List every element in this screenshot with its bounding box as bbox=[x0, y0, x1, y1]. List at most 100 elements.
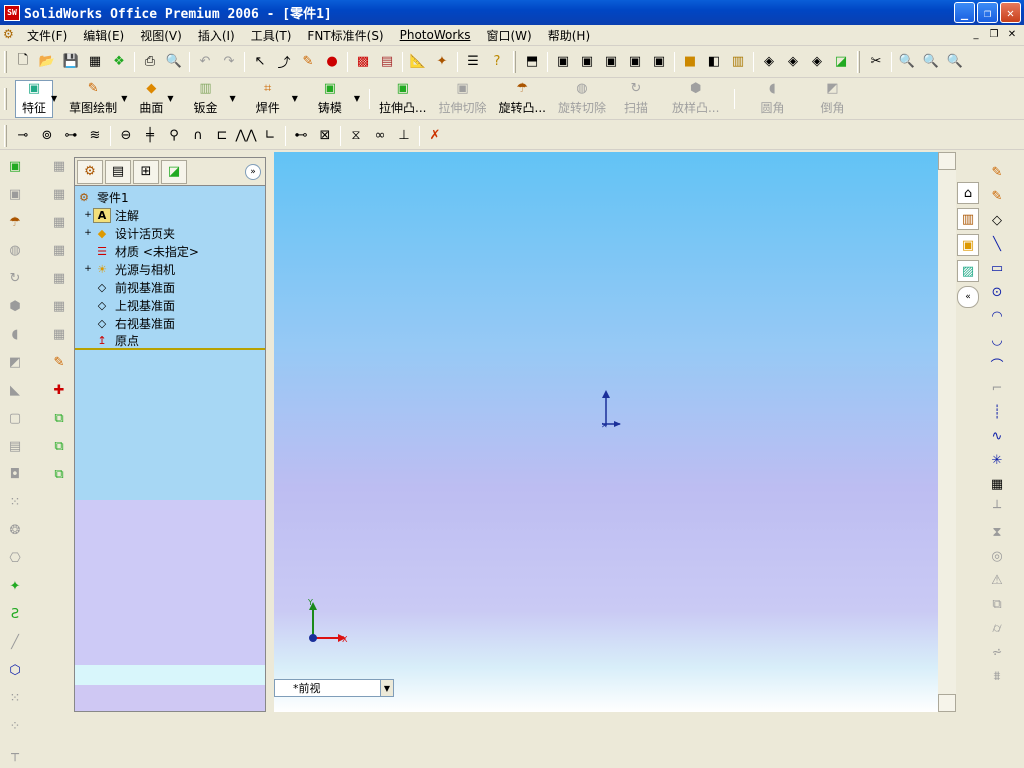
zoom-area-icon[interactable]: 🔍 bbox=[920, 51, 942, 73]
rib-icon[interactable]: ◣ bbox=[4, 379, 26, 401]
hidden-removed-icon[interactable]: ▣ bbox=[600, 51, 622, 73]
view-orientation-icon[interactable]: ⬒ bbox=[521, 51, 543, 73]
hidden-lines-icon[interactable]: ▣ bbox=[576, 51, 598, 73]
copy-icon[interactable]: ⧉ bbox=[48, 435, 70, 457]
scroll-up-icon[interactable] bbox=[938, 152, 956, 170]
extend-icon[interactable]: ⌭ bbox=[986, 617, 1008, 639]
tree-node[interactable]: ◇ 前视基准面 bbox=[75, 278, 265, 296]
properties-icon[interactable]: ☰ bbox=[462, 51, 484, 73]
expand-icon[interactable]: + bbox=[83, 228, 93, 238]
revolve-cut-icon[interactable]: ◍ bbox=[4, 239, 26, 261]
hole-icon[interactable]: ◘ bbox=[4, 463, 26, 485]
key-icon[interactable]: ⚲ bbox=[163, 125, 185, 147]
doc-restore-button[interactable]: ❐ bbox=[986, 27, 1002, 42]
sweep-button[interactable]: ↻ 扫描 bbox=[612, 80, 660, 118]
tree-node[interactable]: + ☀ 光源与相机 bbox=[75, 260, 265, 278]
pan-icon[interactable]: ✦ bbox=[431, 51, 453, 73]
make-assembly-icon[interactable]: ❖ bbox=[108, 51, 130, 73]
section-view-icon[interactable]: ◧ bbox=[703, 51, 725, 73]
chevron-down-icon[interactable]: ▼ bbox=[121, 94, 127, 103]
home-icon[interactable]: ⌂ bbox=[957, 182, 979, 204]
split-icon[interactable]: ⩫ bbox=[986, 641, 1008, 663]
tab-features[interactable]: ▣ 特征 bbox=[15, 79, 54, 118]
expand-icon[interactable]: + bbox=[83, 264, 93, 274]
select-icon[interactable]: ↖ bbox=[249, 51, 271, 73]
circular-pattern-icon[interactable]: ❂ bbox=[4, 519, 26, 541]
tree-node[interactable]: + A 注解 bbox=[75, 206, 265, 224]
rivet-icon[interactable]: ╪ bbox=[139, 125, 161, 147]
cut-icon[interactable]: ▣ bbox=[4, 183, 26, 205]
sketch-icon[interactable]: ✎ bbox=[986, 161, 1008, 183]
line-icon[interactable]: ╲ bbox=[986, 233, 1008, 255]
options-grid-icon[interactable]: ▩ bbox=[352, 51, 374, 73]
centerpoint-arc-icon[interactable]: ◡ bbox=[986, 329, 1008, 351]
toolbar-grip[interactable] bbox=[4, 50, 7, 73]
tab-display-icon[interactable]: ◪ bbox=[161, 159, 187, 184]
chevron-down-icon[interactable]: ▼ bbox=[380, 680, 393, 696]
shaft-icon[interactable]: ⊷ bbox=[290, 125, 312, 147]
spring-icon[interactable]: ≋ bbox=[84, 125, 106, 147]
chevron-down-icon[interactable]: ▼ bbox=[51, 94, 57, 103]
close-button[interactable]: ✕ bbox=[1000, 2, 1021, 23]
tangent-arc-icon[interactable]: ◠ bbox=[986, 305, 1008, 327]
nut-icon[interactable]: ⊚ bbox=[36, 125, 58, 147]
solidworks-menu-icon[interactable]: ⚙ bbox=[3, 27, 23, 43]
add-relation-icon[interactable]: ✚ bbox=[48, 379, 70, 401]
extrude-boss-button[interactable]: ▣ 拉伸凸... bbox=[373, 80, 432, 118]
loft-button[interactable]: ⬢ 放样凸... bbox=[660, 80, 731, 118]
screw-icon[interactable]: ⊶ bbox=[60, 125, 82, 147]
point-icon[interactable]: ┬ bbox=[4, 743, 26, 765]
pattern-sketch-icon[interactable]: ⩩ bbox=[986, 665, 1008, 687]
chain-icon[interactable]: ⧖ bbox=[345, 125, 367, 147]
reference-icon[interactable]: ✦ bbox=[4, 575, 26, 597]
extrude-cut-button[interactable]: ▣ 拉伸切除 bbox=[432, 80, 492, 118]
chamfer-icon[interactable]: ◩ bbox=[4, 351, 26, 373]
centerline-icon[interactable]: ┊ bbox=[986, 401, 1008, 423]
menu-fnt[interactable]: FNT标准件(S) bbox=[299, 27, 391, 44]
zoom-fit-icon[interactable]: 🔍 bbox=[896, 51, 918, 73]
graphics-viewport[interactable]: ✕ Y X bbox=[274, 152, 938, 712]
offset-icon[interactable]: ◎ bbox=[986, 545, 1008, 567]
revolve-boss-button[interactable]: ☂ 旋转凸... bbox=[493, 80, 552, 118]
rectangle-icon[interactable]: ▭ bbox=[986, 257, 1008, 279]
chevron-down-icon[interactable]: ▼ bbox=[292, 94, 298, 103]
menu-view[interactable]: 视图(V) bbox=[132, 27, 190, 44]
plane-sketch-icon[interactable]: ┴ bbox=[986, 497, 1008, 519]
curves-icon[interactable]: Ꙅ bbox=[4, 603, 26, 625]
move-icon[interactable]: ⧉ bbox=[48, 407, 70, 429]
solidworks-app-icon[interactable]: SW bbox=[4, 4, 20, 21]
link-icon[interactable]: ∞ bbox=[369, 125, 391, 147]
fillet-button[interactable]: ◖ 圆角 bbox=[738, 80, 806, 118]
menu-edit[interactable]: 编辑(E) bbox=[75, 27, 132, 44]
tab-surfaces[interactable]: ◆ 曲面 bbox=[133, 80, 169, 118]
scroll-down-icon[interactable] bbox=[938, 694, 956, 712]
extrude-icon[interactable]: ▣ bbox=[4, 155, 26, 177]
point-icon[interactable]: ✳ bbox=[986, 449, 1008, 471]
chevron-down-icon[interactable]: ▼ bbox=[167, 94, 173, 103]
shadows-icon[interactable]: ■ bbox=[679, 51, 701, 73]
chamfer-button[interactable]: ◩ 倒角 bbox=[806, 80, 858, 118]
wall-icon[interactable]: ▤ bbox=[376, 51, 398, 73]
fillet-icon[interactable]: ◖ bbox=[4, 323, 26, 345]
print-icon[interactable]: ⎙ bbox=[139, 51, 161, 73]
tree-node[interactable]: ☰ 材质 <未指定> bbox=[75, 242, 265, 260]
dots-icon[interactable]: ⁙ bbox=[4, 687, 26, 709]
mirror-sketch-icon[interactable]: ⧗ bbox=[986, 521, 1008, 543]
undo-icon[interactable]: ↶ bbox=[194, 51, 216, 73]
sketch-icon[interactable]: ✎ bbox=[297, 51, 319, 73]
tab-config-icon[interactable]: ⊞ bbox=[133, 159, 159, 184]
pattern-icon[interactable]: ⁙ bbox=[4, 491, 26, 513]
doc-minimize-button[interactable]: _ bbox=[968, 27, 984, 42]
rotate-tool-icon[interactable]: ✂ bbox=[865, 51, 887, 73]
box7-icon[interactable]: ▦ bbox=[48, 323, 70, 345]
redo-icon[interactable]: ↷ bbox=[218, 51, 240, 73]
help-icon[interactable]: ? bbox=[486, 51, 508, 73]
appearance-icon[interactable]: ▥ bbox=[727, 51, 749, 73]
shaded-icon[interactable]: ▣ bbox=[648, 51, 670, 73]
base-icon[interactable]: ⊥ bbox=[393, 125, 415, 147]
tab-sketch[interactable]: ✎ 草图绘制 bbox=[63, 80, 123, 118]
perspective-icon[interactable]: ◈ bbox=[782, 51, 804, 73]
convert-icon[interactable]: ⧉ bbox=[986, 593, 1008, 615]
menu-window[interactable]: 窗口(W) bbox=[479, 27, 540, 44]
view-palette-icon[interactable]: ▨ bbox=[957, 260, 979, 282]
